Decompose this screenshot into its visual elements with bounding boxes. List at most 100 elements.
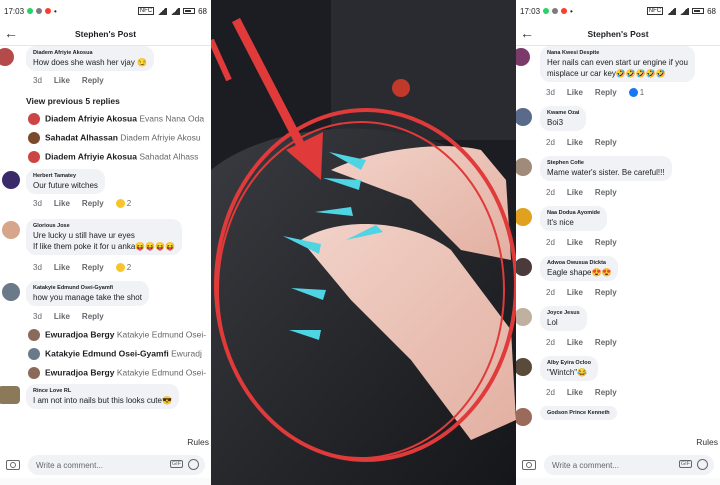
avatar[interactable] [516,158,532,176]
comment-text: Ure lucky u still have ur eyes [33,231,135,240]
like-button[interactable]: Like [54,312,70,321]
right-comments-screen: 17:03 • NFC 68 ← Stephen's Post Nana Kwe… [516,0,720,485]
avatar[interactable] [0,386,20,404]
comment-bubble: Adwoa Owusua Dickta Eagle shape😍😍 [540,256,619,281]
like-button[interactable]: Like [567,388,583,397]
avatar[interactable] [516,308,532,326]
rules-link[interactable]: Rules [696,437,718,447]
avatar[interactable] [516,258,532,276]
signal-icon-2 [170,7,181,15]
like-button[interactable]: Like [54,76,70,85]
gif-button[interactable]: GIF [678,460,692,468]
comment-actions: 2d Like Reply [546,388,617,397]
camera-icon[interactable] [522,460,536,470]
reply-author: Ewuradjoa Bergy [45,367,115,378]
reaction-number: 2 [126,263,132,272]
reply-button[interactable]: Reply [82,76,104,85]
comment-bubble: Kwame Ozai Boi3 [540,106,587,131]
reply-button[interactable]: Reply [595,138,617,147]
reply-button[interactable]: Reply [595,388,617,397]
reply-button[interactable]: Reply [82,263,104,272]
avatar[interactable] [2,171,20,189]
like-button[interactable]: Like [567,288,583,297]
avatar[interactable] [2,283,20,301]
notification-icon [36,8,43,14]
reaction-count[interactable]: 2 [115,199,131,208]
avatar[interactable] [516,48,530,66]
avatar [28,132,40,144]
reply-button[interactable]: Reply [595,288,617,297]
back-arrow-icon[interactable]: ← [4,25,18,41]
like-button[interactable]: Like [54,199,70,208]
avatar[interactable] [516,208,532,226]
gif-button[interactable]: GIF [169,460,183,468]
avatar[interactable] [516,358,532,376]
comment-time: 2d [546,238,555,247]
reply-preview-row[interactable]: Katakyie Edmund Osei-Gyamfi Ewuradj [28,348,208,360]
reply-button[interactable]: Reply [595,338,617,347]
comment-bubble: Glorious Jose Ure lucky u still have ur … [26,219,183,255]
commenter-name[interactable]: Glorious Jose [33,222,175,230]
commenter-name[interactable]: Alby Eyira Ocloo [547,359,591,367]
comment-text: "Wintch"😂 [547,368,588,377]
commenter-name[interactable]: Nana Kwesi Despite [547,49,688,57]
avatar [28,151,40,163]
commenter-name[interactable]: Joyce Jesus [547,309,580,317]
view-previous-replies-link[interactable]: View previous 5 replies [26,96,120,106]
like-button[interactable]: Like [567,138,583,147]
like-button[interactable]: Like [567,188,583,197]
comment-feed[interactable]: Nana Kwesi Despite Her nails can even st… [516,46,720,435]
commenter-name[interactable]: Katakyie Edmund Osei-Gyamfi [33,284,142,292]
comment-bubble: Stephen Cofie Mame water's sister. Be ca… [540,156,672,181]
comment-composer: Write a comment... GIF [0,453,211,477]
emoji-icon[interactable] [697,459,708,470]
reply-text: Sahadat Alhass [139,151,199,162]
commenter-name[interactable]: Stephen Cofie [547,159,665,167]
comment-text: Eagle shape😍😍 [547,268,612,277]
reply-button[interactable]: Reply [82,312,104,321]
status-time: 17:03 [520,6,541,16]
commenter-name[interactable]: Naa Dodua Ayomide [547,209,600,217]
comment-text: It's nice [547,218,574,227]
reply-button[interactable]: Reply [82,199,104,208]
back-arrow-icon[interactable]: ← [520,25,534,41]
reply-preview-row[interactable]: Ewuradjoa Bergy Katakyie Edmund Osei- [28,367,208,379]
comment-feed[interactable]: Diadem Afriyie Akosua How does she wash … [0,46,211,435]
reply-button[interactable]: Reply [595,88,617,97]
reply-preview-row[interactable]: Ewuradjoa Bergy Katakyie Edmund Osei- [28,329,208,341]
commenter-name[interactable]: Adwoa Owusua Dickta [547,259,611,267]
like-button[interactable]: Like [54,263,70,272]
reply-button[interactable]: Reply [595,188,617,197]
reaction-count[interactable]: 1 [628,88,644,97]
emoji-icon[interactable] [188,459,199,470]
like-button[interactable]: Like [567,238,583,247]
comment-composer-area: Rules Write a comment... GIF [0,435,211,485]
post-photo[interactable] [211,0,516,485]
comment-input[interactable]: Write a comment... GIF [544,455,714,475]
comment-actions: 3d Like Reply [33,76,104,85]
reaction-count[interactable]: 2 [115,263,132,272]
reply-preview-row[interactable]: Diadem Afriyie Akosua Evans Nana Oda [28,113,208,125]
camera-icon[interactable] [6,460,20,470]
commenter-name[interactable]: Kwame Ozai [547,109,579,117]
reply-button[interactable]: Reply [595,238,617,247]
avatar[interactable] [2,221,20,239]
reply-preview-row[interactable]: Diadem Afriyie Akosua Sahadat Alhass [28,151,208,163]
commenter-name[interactable]: Herbert Tamatey [33,172,98,180]
comment-actions: 2d Like Reply [546,338,617,347]
nfc-icon: NFC [646,7,664,15]
commenter-name[interactable]: Godson Prince Kenneth [547,409,610,417]
like-button[interactable]: Like [567,338,583,347]
rules-link[interactable]: Rules [187,437,209,447]
avatar[interactable] [0,48,14,66]
reply-preview-row[interactable]: Sahadat Alhassan Diadem Afriyie Akosu [28,132,208,144]
system-nav-bar [0,478,211,485]
commenter-name[interactable]: Diadem Afriyie Akosua [33,49,147,57]
comment-input[interactable]: Write a comment... GIF [28,455,205,475]
like-button[interactable]: Like [567,88,583,97]
comment-text: If like them poke it for u anka😝😝😝😝 [33,242,176,251]
gear-knob [392,79,410,97]
avatar[interactable] [516,408,532,426]
commenter-name[interactable]: Rince Love RL [33,387,172,395]
avatar[interactable] [516,108,532,126]
